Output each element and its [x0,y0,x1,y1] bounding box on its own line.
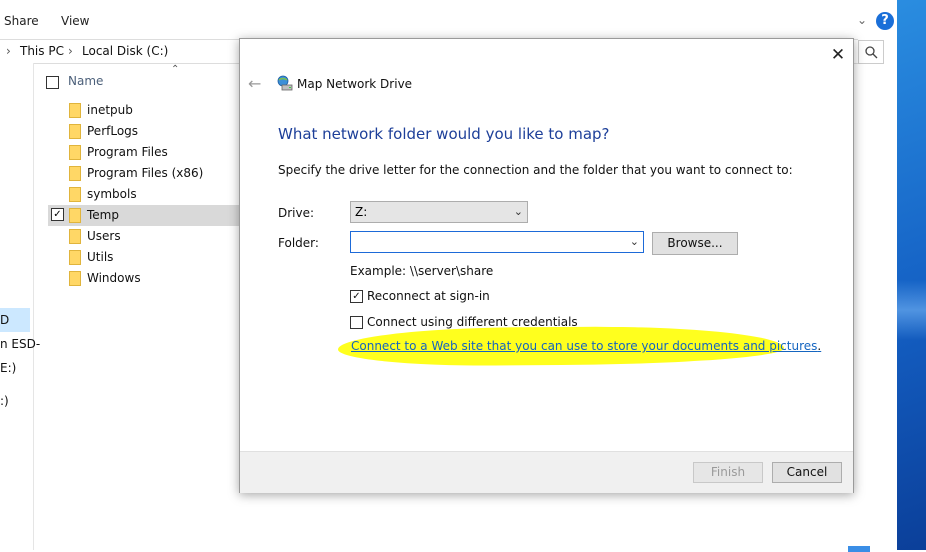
network-drive-icon [277,75,293,91]
breadcrumb-separator-icon: › [6,44,11,58]
breadcrumb-separator-icon: › [68,44,73,58]
file-row[interactable]: PerfLogs [48,121,240,142]
search-icon [865,46,878,59]
file-name: PerfLogs [87,124,139,138]
web-site-link[interactable]: Connect to a Web site that you can use t… [351,339,821,353]
dialog-title: Map Network Drive [297,77,413,91]
dialog-footer: Finish Cancel [240,451,853,493]
nav-item[interactable]: E:) [0,361,16,375]
help-icon[interactable]: ? [876,12,894,30]
close-icon[interactable]: ✕ [828,45,848,65]
example-text: Example: \\server\share [350,264,494,278]
reconnect-label[interactable]: Reconnect at sign-in [367,289,490,303]
folder-icon [69,166,81,181]
tab-view[interactable]: View [61,14,89,28]
row-checkbox[interactable]: ✓ [51,208,64,221]
desktop-wallpaper [897,0,926,550]
folder-icon [69,250,81,265]
file-name: Temp [87,208,119,222]
cancel-button[interactable]: Cancel [772,462,842,483]
nav-item[interactable]: :) [0,394,9,408]
sort-ascending-icon: ⌃ [171,64,180,75]
browse-button[interactable]: Browse... [652,232,738,255]
chevron-down-icon: ⌄ [513,205,523,218]
folder-label: Folder: [278,236,319,250]
column-header-name[interactable]: Name [68,74,103,88]
tab-share[interactable]: Share [4,14,39,28]
folder-icon [69,229,81,244]
file-name: Users [87,229,121,243]
different-credentials-checkbox[interactable] [350,316,363,329]
nav-item[interactable]: n ESD- [0,337,40,351]
file-name: Utils [87,250,114,264]
file-name: Windows [87,271,141,285]
drive-label: Drive: [278,206,315,220]
desktop-light-streak [897,280,926,340]
breadcrumb-this-pc[interactable]: This PC [20,44,64,58]
back-arrow-icon[interactable]: ← [248,74,261,93]
drive-select[interactable]: Z: ⌄ [350,201,528,223]
file-row[interactable]: ✓ Temp [48,205,240,226]
finish-button[interactable]: Finish [693,462,763,483]
file-row[interactable]: inetpub [48,100,240,121]
file-name: Program Files [87,145,168,159]
folder-icon [69,208,81,223]
instruction-text: Specify the drive letter for the connect… [278,163,793,177]
file-row[interactable]: Program Files [48,142,240,163]
breadcrumb-local-disk[interactable]: Local Disk (C:) [82,44,168,58]
search-box[interactable] [858,40,884,64]
taskbar-icon[interactable] [848,546,870,552]
file-name: inetpub [87,103,133,117]
navigation-pane [0,63,34,550]
map-network-drive-dialog: ✕ ← Map Network Drive What network folde… [239,38,854,493]
file-row[interactable]: Windows [48,268,240,289]
chevron-down-icon[interactable]: ⌄ [630,235,639,248]
ribbon-expand-chevron-icon[interactable]: ⌄ [857,13,867,27]
file-row[interactable]: symbols [48,184,240,205]
select-all-checkbox[interactable] [46,76,59,89]
file-row[interactable]: Utils [48,247,240,268]
reconnect-checkbox[interactable]: ✓ [350,290,363,303]
ribbon: Share View [0,0,897,38]
folder-icon [69,145,81,160]
folder-icon [69,103,81,118]
file-row[interactable]: Program Files (x86) [48,163,240,184]
file-row[interactable]: Users [48,226,240,247]
web-site-link-period: . [817,339,822,353]
dialog-heading: What network folder would you like to ma… [278,125,610,143]
file-name: Program Files (x86) [87,166,204,180]
folder-combobox[interactable]: ⌄ [350,231,644,253]
folder-icon [69,271,81,286]
folder-icon [69,187,81,202]
folder-input[interactable] [354,233,624,253]
folder-icon [69,124,81,139]
nav-item[interactable]: D [0,313,9,327]
drive-select-value: Z: [355,205,368,219]
web-site-link-text[interactable]: Connect to a Web site that you can use t… [351,339,817,353]
file-name: symbols [87,187,137,201]
